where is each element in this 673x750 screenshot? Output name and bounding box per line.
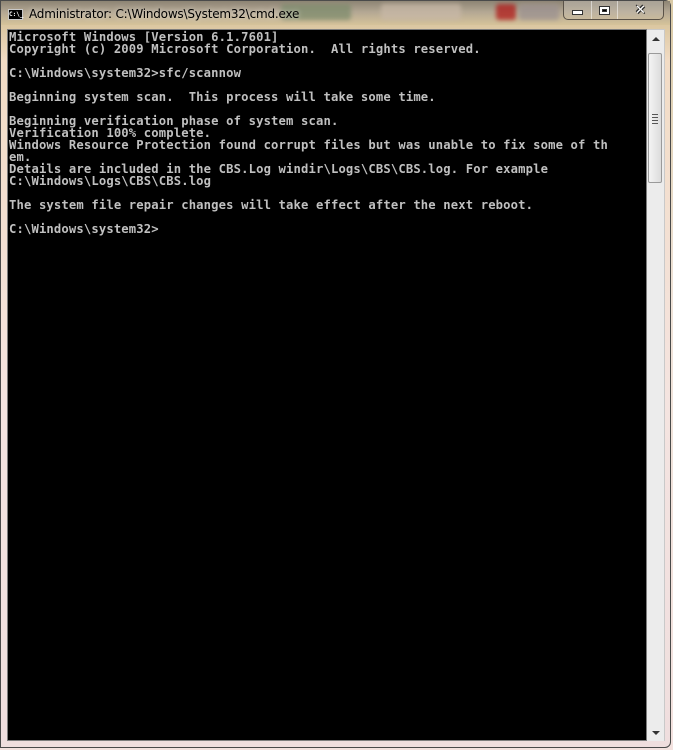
- background-taskbar-blur: [281, 4, 561, 22]
- cmd-window: C:\_ Administrator: C:\Windows\System32\…: [0, 0, 671, 748]
- scroll-down-arrow-icon: [651, 730, 660, 735]
- caption-buttons: ✕: [563, 1, 664, 20]
- console-text: Microsoft Windows [Version 6.1.7601] Cop…: [9, 30, 608, 236]
- close-icon: ✕: [635, 2, 646, 18]
- scroll-down-button[interactable]: [647, 724, 664, 741]
- console-output[interactable]: Microsoft Windows [Version 6.1.7601] Cop…: [7, 29, 647, 741]
- window-title: Administrator: C:\Windows\System32\cmd.e…: [29, 7, 300, 21]
- title-bar[interactable]: C:\_ Administrator: C:\Windows\System32\…: [1, 1, 670, 25]
- scrollbar-thumb[interactable]: [648, 53, 662, 183]
- cmd-prompt-icon[interactable]: C:\_: [8, 9, 23, 20]
- grip-icon: [652, 114, 658, 126]
- maximize-icon: [599, 5, 610, 15]
- close-button[interactable]: ✕: [617, 1, 663, 19]
- scroll-up-arrow-icon: [651, 36, 660, 41]
- maximize-button[interactable]: [591, 1, 617, 19]
- vertical-scrollbar[interactable]: [647, 29, 665, 741]
- minimize-button[interactable]: [564, 1, 591, 19]
- minimize-icon: [572, 10, 583, 15]
- scroll-up-button[interactable]: [647, 30, 664, 47]
